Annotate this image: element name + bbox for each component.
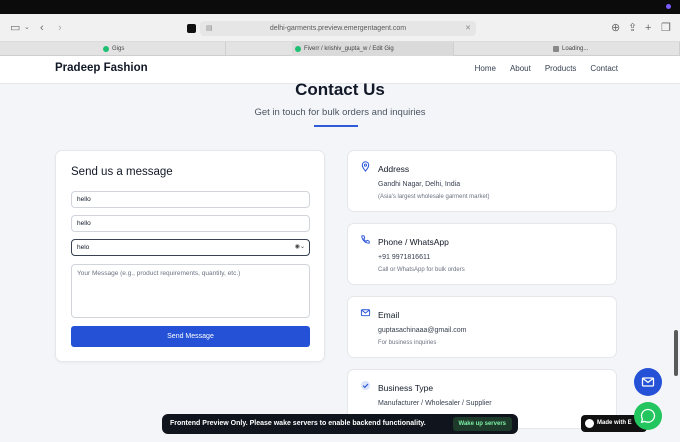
title-underline [314,125,358,127]
form-title: Send us a message [71,166,173,178]
scrollbar-thumb[interactable] [674,330,678,376]
message-textarea[interactable]: Your Message (e.g., product requirements… [71,264,310,318]
phone-field-value: helo [77,244,90,251]
mail-icon [360,309,371,317]
email-field[interactable]: hello [71,215,310,232]
fiverr-icon [103,46,109,52]
badge-text: Made with E [597,420,632,426]
page-icon: ▤ [206,25,213,32]
address-note: (Asia's largest wholesale garment market… [378,194,490,200]
tab-loading[interactable]: Loading... [550,42,680,56]
wake-servers-button[interactable]: Wake up servers [452,417,512,431]
nav-products[interactable]: Products [545,64,577,73]
emergent-logo-icon [585,419,594,428]
mail-icon [641,377,655,387]
send-message-button[interactable]: Send Message [71,326,310,347]
chevron-down-icon[interactable]: ⌄ [24,22,30,34]
status-dot [666,4,671,9]
email-address[interactable]: guptasachinaaa@gmail.com [378,327,466,334]
phone-field[interactable]: helo ◉⌄ [71,239,310,256]
phone-card: Phone / WhatsApp +91 9971816611 Call or … [347,223,617,285]
fiverr-icon [295,46,301,52]
email-title: Email [378,310,400,320]
download-icon[interactable]: ⊕ [611,22,620,34]
system-top-bar [0,0,680,14]
map-pin-icon [361,161,370,172]
forward-icon[interactable]: › [58,22,62,34]
autofill-icon[interactable]: ◉⌄ [295,240,305,255]
phone-number[interactable]: +91 9971816611 [378,254,430,261]
check-badge-icon [360,380,371,391]
nav-home[interactable]: Home [475,64,496,73]
phone-icon [361,235,370,244]
nav-contact[interactable]: Contact [590,64,618,73]
page-subtitle: Get in touch for bulk orders and inquiri… [254,107,426,118]
extension-icon[interactable] [187,24,196,33]
close-icon[interactable]: ✕ [465,21,471,36]
email-note: For business inquiries [378,340,437,346]
whatsapp-icon [640,408,656,424]
browser-toolbar: ▭ ⌄ ‹ › ▤ delhi-garments.preview.emergen… [0,14,680,42]
business-type-title: Business Type [378,383,434,393]
tab-bar: Gigs Fiverr / krishiv_gupta_w / Edit Gig… [0,42,680,56]
sidebar-toggle-icon[interactable]: ▭ [10,22,20,34]
contact-form-card: Send us a message hello hello helo ◉⌄ Yo… [55,150,325,362]
main-nav: Home About Products Contact [475,64,618,73]
preview-banner: Frontend Preview Only. Please wake serve… [162,414,518,434]
address-bar[interactable]: ▤ delhi-garments.preview.emergentagent.c… [200,21,476,36]
tab-label: Fiverr / krishiv_gupta_w / Edit Gig [304,46,394,52]
email-card: Email guptasachinaaa@gmail.com For busin… [347,296,617,358]
address-title: Address [378,164,410,174]
back-icon[interactable]: ‹ [40,22,44,34]
url-text: delhi-garments.preview.emergentagent.com [269,25,407,32]
nav-about[interactable]: About [510,64,531,73]
address-line: Gandhi Nagar, Delhi, India [378,181,461,188]
name-field[interactable]: hello [71,191,310,208]
tab-gigs[interactable]: Gigs [100,42,226,56]
whatsapp-fab-button[interactable] [634,402,662,430]
loading-icon [553,46,559,52]
tab-label: Gigs [112,46,125,52]
new-tab-icon[interactable]: + [645,22,651,34]
page-title: Contact Us [295,80,385,99]
tabs-overview-icon[interactable]: ❐ [661,22,671,34]
brand-logo[interactable]: Pradeep Fashion [55,62,148,74]
tab-edit-gig[interactable]: Fiverr / krishiv_gupta_w / Edit Gig [292,42,454,56]
address-card: Address Gandhi Nagar, Delhi, India (Asia… [347,150,617,212]
tab-label: Loading... [562,46,589,52]
email-fab-button[interactable] [634,368,662,396]
phone-note: Call or WhatsApp for bulk orders [378,267,465,273]
share-icon[interactable]: ⇪ [628,22,637,34]
business-type-line: Manufacturer / Wholesaler / Supplier [378,400,492,407]
phone-title: Phone / WhatsApp [378,237,449,247]
banner-text: Frontend Preview Only. Please wake serve… [170,420,426,427]
